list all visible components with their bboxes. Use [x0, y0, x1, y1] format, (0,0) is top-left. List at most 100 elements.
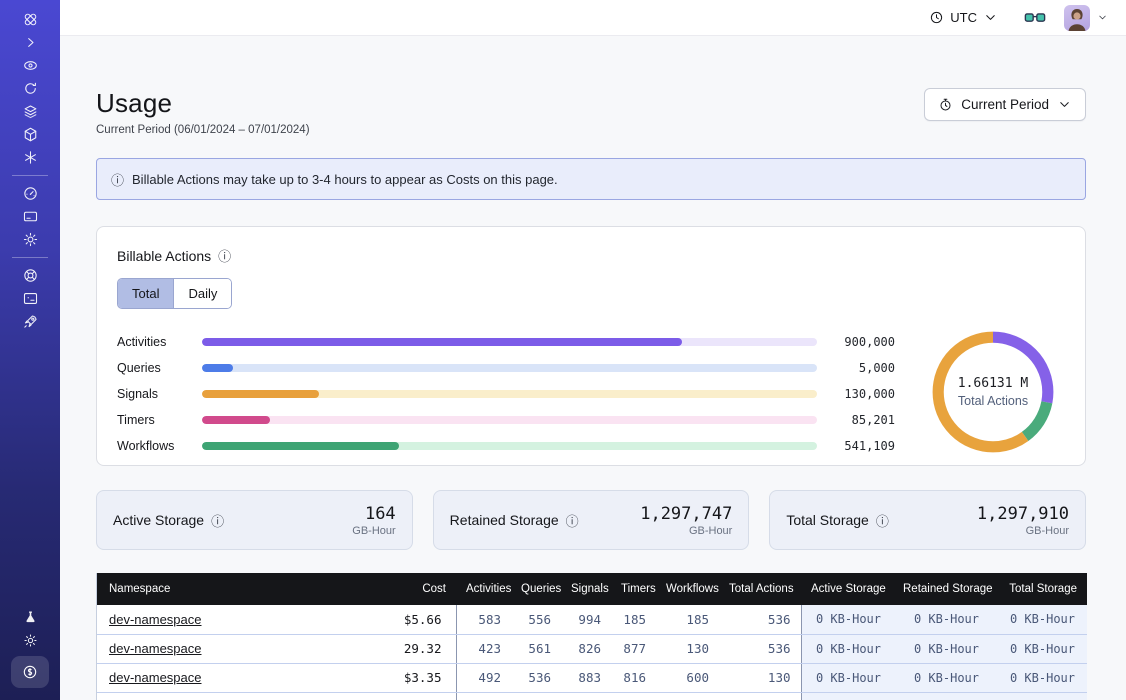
table-cell: 536	[719, 634, 801, 663]
table-cell: 994	[561, 605, 611, 634]
sidebar	[0, 0, 60, 700]
info-banner: ⓘ Billable Actions may take up to 3-4 ho…	[96, 158, 1086, 200]
table-cell: 0 KB-Hour	[991, 605, 1087, 634]
table-cell: 0 KB-Hour	[893, 663, 991, 692]
circular-arrow-icon[interactable]	[0, 77, 60, 100]
retained-storage-card: Retained Storageⓘ 1,297,747GB-Hour	[433, 490, 750, 550]
main-content: Usage Current Period (06/01/2024 – 07/01…	[60, 36, 1126, 700]
bar-row: Activities900,000	[117, 329, 895, 355]
table-cell: 583	[456, 605, 511, 634]
bar-value: 85,201	[817, 413, 895, 427]
namespace-cell: dev-namespace	[97, 605, 341, 634]
storage-card-label: Total Storage	[786, 512, 869, 528]
billable-bars: Activities900,000Queries5,000Signals130,…	[117, 326, 895, 459]
lifebuoy-icon[interactable]	[0, 264, 60, 287]
info-icon[interactable]: ⓘ	[218, 246, 231, 265]
layers-icon[interactable]	[0, 100, 60, 123]
column-header: Namespace	[97, 573, 341, 605]
user-menu[interactable]	[1064, 5, 1108, 31]
bar-label: Timers	[117, 413, 202, 427]
sun-icon[interactable]	[0, 629, 60, 652]
usage-billing-active-pill[interactable]	[11, 656, 49, 688]
storage-card-unit: GB-Hour	[640, 525, 732, 537]
bar-row: Queries5,000	[117, 355, 895, 381]
sidebar-divider	[12, 175, 48, 176]
table-cell: $3.35	[341, 663, 456, 692]
table-cell	[893, 692, 991, 700]
period-dropdown-label: Current Period	[961, 97, 1049, 112]
table-cell	[456, 692, 511, 700]
gear-icon[interactable]	[0, 228, 60, 251]
table-cell: 536	[719, 605, 801, 634]
table-row: dev-namespace29.324235618268771305360 KB…	[97, 634, 1087, 663]
timezone-label: UTC	[950, 10, 977, 25]
total-actions-donut: 1.66131 M Total Actions	[927, 326, 1059, 458]
column-header: Timers	[611, 573, 656, 605]
table-cell	[801, 692, 893, 700]
column-header: Total Storage	[991, 573, 1087, 605]
storage-summary-row: Active Storageⓘ 164GB-Hour Retained Stor…	[96, 490, 1086, 550]
temporal-logo-icon[interactable]	[0, 8, 60, 31]
table-cell	[341, 692, 456, 700]
table-cell: 536	[511, 663, 561, 692]
chevron-down-icon	[1057, 97, 1072, 112]
page-subtitle: Current Period (06/01/2024 – 07/01/2024)	[96, 124, 310, 136]
gauge-icon[interactable]	[0, 182, 60, 205]
tab-total[interactable]: Total	[118, 279, 173, 308]
table-cell: 877	[611, 634, 656, 663]
expand-sidebar-icon[interactable]	[0, 31, 60, 54]
table-cell: 556	[511, 605, 561, 634]
billable-actions-title: Billable Actions	[117, 248, 211, 264]
bar-track	[202, 442, 817, 450]
period-dropdown-button[interactable]: Current Period	[924, 88, 1086, 121]
info-icon[interactable]: ⓘ	[211, 511, 224, 530]
user-avatar[interactable]	[1064, 5, 1090, 31]
rocket-icon[interactable]	[0, 310, 60, 333]
info-icon[interactable]: ⓘ	[876, 511, 889, 530]
table-cell: 0 KB-Hour	[801, 663, 893, 692]
namespace-link[interactable]: dev-namespace	[109, 670, 202, 685]
table-cell	[656, 692, 719, 700]
storage-card-value: 1,297,747	[640, 504, 732, 524]
namespace-link[interactable]: dev-namespace	[109, 612, 202, 627]
table-cell: 600	[656, 663, 719, 692]
table-cell: 0 KB-Hour	[893, 605, 991, 634]
glasses-icon[interactable]	[1024, 11, 1046, 25]
table-body: dev-namespace$5.665835569941851855360 KB…	[97, 605, 1087, 700]
billable-view-tabs: Total Daily	[117, 278, 232, 309]
total-storage-card: Total Storageⓘ 1,297,910GB-Hour	[769, 490, 1086, 550]
eye-icon[interactable]	[0, 54, 60, 77]
billable-actions-card: Billable Actions ⓘ Total Daily Activitie…	[96, 226, 1086, 466]
table-cell: 185	[656, 605, 719, 634]
bar-fill	[202, 364, 233, 372]
asterisk-icon[interactable]	[0, 146, 60, 169]
chevron-down-icon	[983, 10, 998, 25]
info-icon: ⓘ	[111, 170, 124, 189]
flask-icon[interactable]	[0, 606, 60, 629]
namespace-link[interactable]: dev-namespace	[109, 641, 202, 656]
table-cell: 492	[456, 663, 511, 692]
table-cell: 561	[511, 634, 561, 663]
timezone-selector[interactable]: UTC	[929, 10, 998, 25]
table-cell: 29.32	[341, 634, 456, 663]
terminal-icon[interactable]	[0, 287, 60, 310]
storage-card-value: 1,297,910	[977, 504, 1069, 524]
column-header: Queries	[511, 573, 561, 605]
info-banner-text: Billable Actions may take up to 3-4 hour…	[132, 172, 558, 187]
table-row-partial	[97, 692, 1087, 700]
table-row: dev-namespace$5.665835569941851855360 KB…	[97, 605, 1087, 634]
storage-card-unit: GB-Hour	[352, 525, 395, 537]
column-header: Workflows	[656, 573, 719, 605]
bar-value: 130,000	[817, 387, 895, 401]
info-icon[interactable]: ⓘ	[566, 511, 579, 530]
donut-total-value: 1.66131 M	[958, 376, 1028, 391]
page-title: Usage	[96, 88, 310, 118]
bar-value: 541,109	[817, 439, 895, 453]
column-header: Active Storage	[801, 573, 893, 605]
bar-fill	[202, 390, 319, 398]
cube-icon[interactable]	[0, 123, 60, 146]
chevron-down-icon	[1097, 12, 1108, 23]
credit-card-icon[interactable]	[0, 205, 60, 228]
column-header: Signals	[561, 573, 611, 605]
tab-daily[interactable]: Daily	[173, 279, 231, 308]
